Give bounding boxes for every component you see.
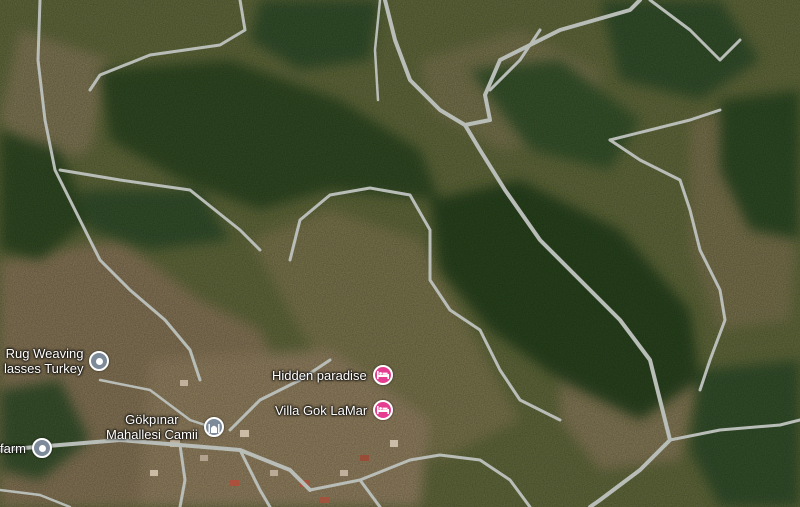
poi-farm[interactable]: farm — [0, 438, 52, 458]
poi-label: Rug Weaving lasses Turkey — [4, 346, 84, 376]
poi-hidden-paradise[interactable]: Hidden paradise — [272, 365, 393, 385]
poi-gokpinar-camii[interactable]: Gökpınar Mahallesi Camii — [106, 412, 224, 442]
poi-label: Villa Gok LaMar — [275, 402, 368, 418]
poi-label: farm — [0, 440, 26, 456]
map-canvas[interactable]: Rug Weaving lasses Turkey Hidden paradis… — [0, 0, 800, 507]
poi-villa-gok-lamar[interactable]: Villa Gok LaMar — [275, 400, 394, 420]
place-pin-icon — [89, 351, 110, 371]
poi-label: Hidden paradise — [272, 367, 367, 383]
hotel-bed-icon — [372, 365, 393, 385]
poi-rug-weaving[interactable]: Rug Weaving lasses Turkey — [0, 346, 110, 376]
mosque-icon — [203, 417, 224, 437]
poi-label: Gökpınar Mahallesi Camii — [106, 412, 198, 442]
place-pin-icon — [32, 438, 52, 458]
hotel-bed-icon — [373, 400, 394, 420]
